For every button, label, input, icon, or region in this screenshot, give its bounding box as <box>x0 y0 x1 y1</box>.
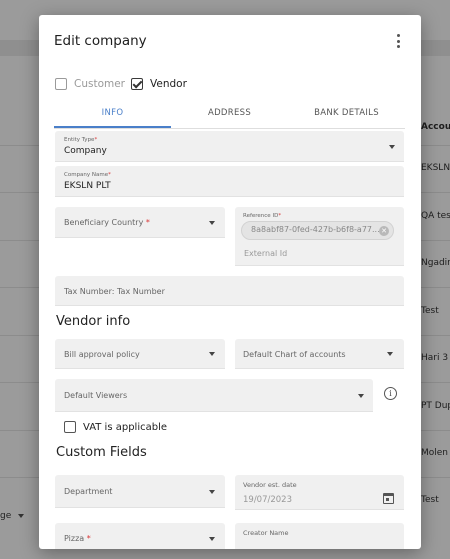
vat-checkbox[interactable]: VAT is applicable <box>64 421 167 433</box>
tab-bar: INFO ADDRESS BANK DETAILS <box>54 105 405 129</box>
info-icon[interactable]: i <box>384 387 397 400</box>
chevron-down-icon <box>209 490 215 494</box>
vendor-label: Vendor <box>150 78 187 90</box>
table-row: Ngadir <box>421 258 450 268</box>
table-row: Molen <box>421 448 449 458</box>
tab-info[interactable]: INFO <box>54 105 171 128</box>
table-row: QA tes <box>421 211 450 221</box>
tax-number-placeholder: Tax Number: Tax Number <box>64 287 165 296</box>
department-select[interactable]: Department <box>55 475 225 508</box>
bill-approval-policy-select[interactable]: Bill approval policy <box>55 339 225 369</box>
vendor-est-date-label: Vendor est. date <box>243 481 297 489</box>
vendor-est-date-value: 19/07/2023 <box>243 495 292 505</box>
close-icon[interactable]: ✕ <box>379 226 389 236</box>
company-name-label: Company Name <box>64 172 109 178</box>
checkbox-icon[interactable] <box>55 78 67 90</box>
customer-label: Customer <box>74 78 126 90</box>
reference-id-label: Reference ID <box>243 213 279 219</box>
chevron-down-icon <box>358 394 364 398</box>
entity-type-value: Company <box>64 146 107 156</box>
bill-approval-policy-placeholder: Bill approval policy <box>64 350 140 359</box>
beneficiary-country-placeholder: Beneficiary Country <box>64 218 144 227</box>
default-chart-of-accounts-select[interactable]: Default Chart of accounts <box>235 339 404 369</box>
dialog-title: Edit company <box>54 33 147 49</box>
table-row: Test <box>421 306 439 316</box>
entity-type-select[interactable]: Entity Type* Company <box>55 131 404 162</box>
chevron-down-icon <box>209 537 215 541</box>
checkbox-icon[interactable] <box>64 421 76 433</box>
chevron-down-icon <box>389 145 395 149</box>
checkbox-checked-icon[interactable] <box>131 78 143 90</box>
external-id-placeholder: External Id <box>244 249 288 258</box>
reference-id-chip[interactable]: 8a8abf87-0fed-427b-b6f8-a77... ✕ <box>241 221 394 240</box>
vendor-est-date-field[interactable]: Vendor est. date 19/07/2023 <box>235 475 404 510</box>
table-row: EKSLN <box>421 163 450 173</box>
department-placeholder: Department <box>64 487 113 496</box>
default-viewers-placeholder: Default Viewers <box>64 391 128 400</box>
edit-company-dialog: Edit company Customer Vendor INFO ADDRES… <box>39 15 421 549</box>
page-size-label: ge <box>0 511 12 521</box>
calendar-icon[interactable] <box>383 493 394 504</box>
beneficiary-country-select[interactable]: Beneficiary Country * <box>55 207 225 238</box>
table-row: PT Dup <box>421 401 450 411</box>
more-vertical-icon[interactable] <box>394 34 402 48</box>
vat-label: VAT is applicable <box>83 421 168 433</box>
chevron-down-icon <box>387 352 393 356</box>
tax-number-field[interactable]: Tax Number: Tax Number <box>55 276 404 306</box>
customer-checkbox[interactable]: Customer <box>55 78 125 90</box>
company-name-field[interactable]: Company Name* EKSLN PLT <box>55 166 404 197</box>
chevron-down-icon <box>209 352 215 356</box>
default-viewers-select[interactable]: Default Viewers <box>55 379 373 412</box>
creator-name-label: Creator Name <box>243 529 289 537</box>
reference-id-chip-text: 8a8abf87-0fed-427b-b6f8-a77... <box>251 225 380 234</box>
chevron-down-icon <box>18 514 24 518</box>
default-chart-of-accounts-placeholder: Default Chart of accounts <box>243 350 346 359</box>
entity-type-label: Entity Type <box>64 137 95 143</box>
reference-id-field[interactable]: Reference ID* 8a8abf87-0fed-427b-b6f8-a7… <box>235 207 404 266</box>
vendor-info-title: Vendor info <box>56 314 131 329</box>
company-name-value: EKSLN PLT <box>64 181 111 191</box>
tab-address[interactable]: ADDRESS <box>171 105 288 128</box>
creator-name-field[interactable]: Creator Name <box>235 523 404 549</box>
background-column-header: Accou <box>421 122 450 132</box>
tab-bank-details[interactable]: BANK DETAILS <box>288 105 405 128</box>
vendor-checkbox[interactable]: Vendor <box>131 78 187 90</box>
chevron-down-icon <box>209 221 215 225</box>
pizza-placeholder: Pizza <box>64 534 85 543</box>
table-row: Test <box>421 495 439 505</box>
pizza-select[interactable]: Pizza * <box>55 523 225 549</box>
custom-fields-title: Custom Fields <box>56 445 147 460</box>
table-row: Hari 3 <box>421 353 449 363</box>
